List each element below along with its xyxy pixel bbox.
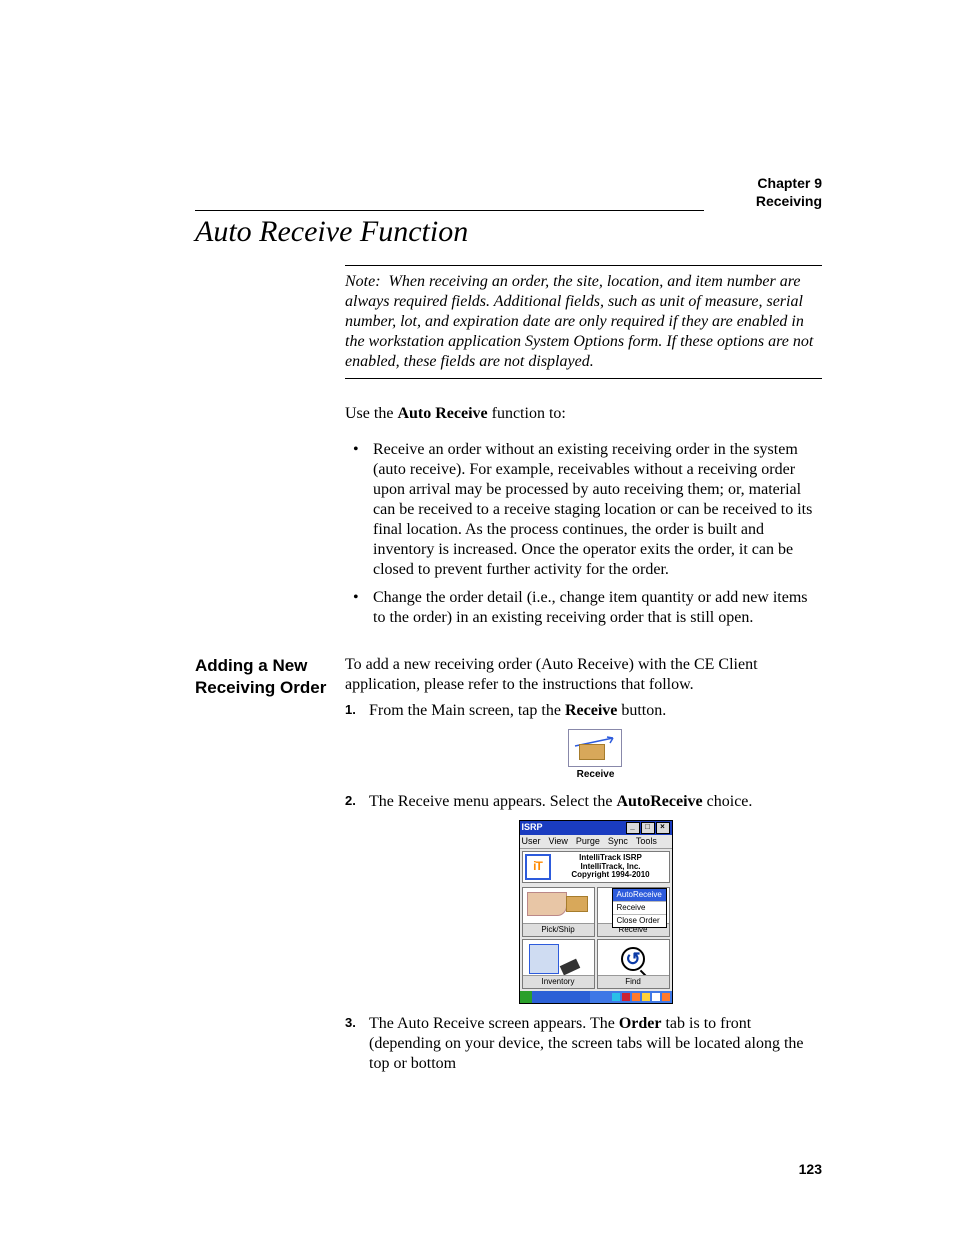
pick-ship-icon <box>527 892 590 922</box>
receive-button-icon <box>568 729 622 767</box>
steps-list: From the Main screen, tap the Receive bu… <box>345 701 822 1074</box>
box-icon <box>579 744 605 760</box>
tray-icon[interactable] <box>622 993 630 1001</box>
intro-pre: Use the <box>345 405 397 422</box>
tray-icon[interactable] <box>612 993 620 1001</box>
list-item: Change the order detail (i.e., change it… <box>345 588 822 628</box>
step-text-post: choice. <box>703 793 753 810</box>
tray-icon[interactable] <box>642 993 650 1001</box>
note-label: Note: <box>345 273 381 290</box>
close-button[interactable]: × <box>656 822 670 834</box>
body-column: Note:When receiving an order, the site, … <box>345 265 822 636</box>
brand-line: Copyright 1994-2010 <box>555 871 667 880</box>
menu-item-close-order[interactable]: Close Order <box>613 915 666 927</box>
receive-button-caption: Receive <box>568 769 624 782</box>
step-text-pre: The Auto Receive screen appears. The <box>369 1015 619 1032</box>
tray-icon[interactable] <box>632 993 640 1001</box>
subsection: Adding a New Receiving Order To add a ne… <box>195 655 822 1082</box>
receive-submenu: AutoReceive Receive Close Order <box>612 888 667 928</box>
tray-icon[interactable] <box>662 993 670 1001</box>
note-text: When receiving an order, the site, locat… <box>345 273 813 370</box>
brand-text: IntelliTrack ISRP IntelliTrack, Inc. Cop… <box>555 854 667 880</box>
cell-caption: Pick/Ship <box>523 923 594 936</box>
title-rule <box>195 210 704 211</box>
tray-icon[interactable] <box>652 993 660 1001</box>
menu-view[interactable]: View <box>549 836 568 847</box>
menu-item-receive[interactable]: Receive <box>613 902 666 915</box>
minimize-button[interactable]: _ <box>626 822 640 834</box>
subsection-body: To add a new receiving order (Auto Recei… <box>345 655 822 1074</box>
start-button[interactable] <box>520 991 532 1003</box>
window-titlebar: ISRP _ □ × <box>520 821 672 835</box>
step-item: From the Main screen, tap the Receive bu… <box>345 701 822 782</box>
step-text-pre: The Receive menu appears. Select the <box>369 793 616 810</box>
brand-panel: iT IntelliTrack ISRP IntelliTrack, Inc. … <box>522 851 670 883</box>
page-title: Auto Receive Function <box>195 215 468 249</box>
brand-logo-icon: iT <box>525 854 551 880</box>
system-tray <box>590 991 672 1003</box>
receive-button-figure: Receive <box>568 729 624 782</box>
main-grid: Pick/Ship AutoReceive Receive Close Orde… <box>520 885 672 991</box>
intro-bold: Auto Receive <box>397 405 487 422</box>
menu-purge[interactable]: Purge <box>576 836 600 847</box>
step-text-post: button. <box>617 702 666 719</box>
cell-caption: Inventory <box>523 975 594 988</box>
figure-receive-button: Receive <box>369 729 822 782</box>
menu-sync[interactable]: Sync <box>608 836 628 847</box>
maximize-button[interactable]: □ <box>641 822 655 834</box>
subsection-heading: Adding a New Receiving Order <box>195 655 335 699</box>
note-box: Note:When receiving an order, the site, … <box>345 265 822 379</box>
inventory-icon <box>529 944 579 972</box>
step-text-bold: Order <box>619 1015 662 1032</box>
step-item: The Receive menu appears. Select the Aut… <box>345 792 822 1005</box>
cell-inventory[interactable]: Inventory <box>522 939 595 989</box>
taskbar <box>520 991 672 1003</box>
step-text-pre: From the Main screen, tap the <box>369 702 565 719</box>
section-label: Receiving <box>756 193 822 211</box>
step-text-bold: AutoReceive <box>616 793 702 810</box>
intro-paragraph: Use the Auto Receive function to: <box>345 404 822 424</box>
intro-post: function to: <box>488 405 566 422</box>
page-number: 123 <box>799 1161 822 1177</box>
isrp-window: ISRP _ □ × User View Purge Sync Tools <box>519 820 673 1005</box>
window-title: ISRP <box>522 822 625 833</box>
list-item: Receive an order without an existing rec… <box>345 440 822 580</box>
cell-find[interactable]: ↺ Find <box>597 939 670 989</box>
bullet-list: Receive an order without an existing rec… <box>345 440 822 628</box>
menu-user[interactable]: User <box>522 836 541 847</box>
magnifier-icon <box>621 947 645 971</box>
step-item: The Auto Receive screen appears. The Ord… <box>345 1014 822 1074</box>
subsection-lead: To add a new receiving order (Auto Recei… <box>345 656 758 693</box>
cell-pick-ship[interactable]: Pick/Ship <box>522 887 595 937</box>
cell-receive[interactable]: AutoReceive Receive Close Order Receive <box>597 887 670 937</box>
menu-bar: User View Purge Sync Tools <box>520 835 672 849</box>
menu-item-autoreceive[interactable]: AutoReceive <box>613 889 666 902</box>
page-header: Chapter 9 Receiving <box>756 175 822 210</box>
chapter-label: Chapter 9 <box>756 175 822 193</box>
menu-tools[interactable]: Tools <box>636 836 657 847</box>
figure-isrp-window: ISRP _ □ × User View Purge Sync Tools <box>369 820 822 1005</box>
document-page: Chapter 9 Receiving Auto Receive Functio… <box>0 0 954 1235</box>
step-text-bold: Receive <box>565 702 617 719</box>
cell-caption: Find <box>598 975 669 988</box>
